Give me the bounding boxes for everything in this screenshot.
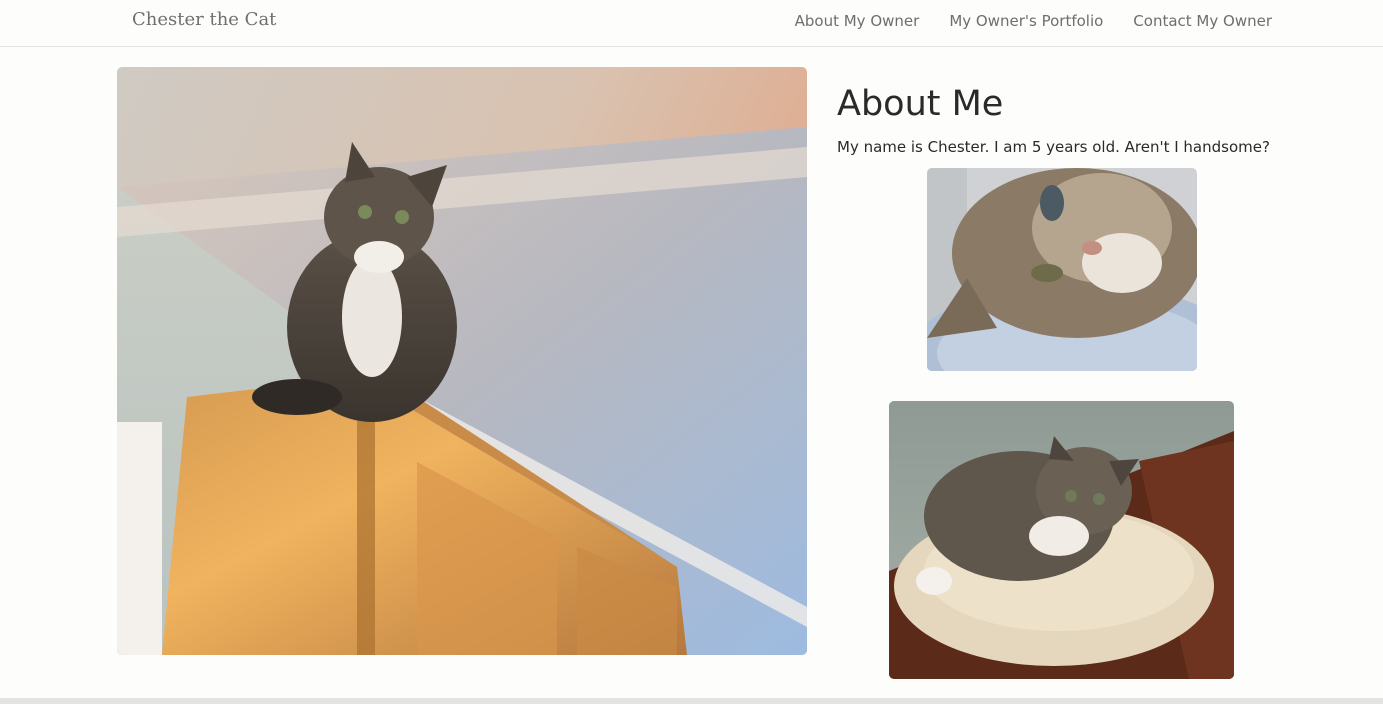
cat-pillow-photo [927,168,1197,371]
navbar: Chester the Cat About My Owner My Owner'… [0,0,1383,47]
brand-link[interactable]: Chester the Cat [132,9,276,30]
page-bottom-edge [0,698,1383,704]
nav-links: About My Owner My Owner's Portfolio Cont… [795,12,1272,30]
nav-link-contact[interactable]: Contact My Owner [1133,12,1272,30]
main-cat-photo [117,67,807,655]
cat-cushion-photo [889,401,1234,679]
about-heading: About Me [837,84,1004,124]
about-text: My name is Chester. I am 5 years old. Ar… [837,138,1270,156]
nav-link-portfolio[interactable]: My Owner's Portfolio [949,12,1103,30]
nav-link-about-owner[interactable]: About My Owner [795,12,920,30]
